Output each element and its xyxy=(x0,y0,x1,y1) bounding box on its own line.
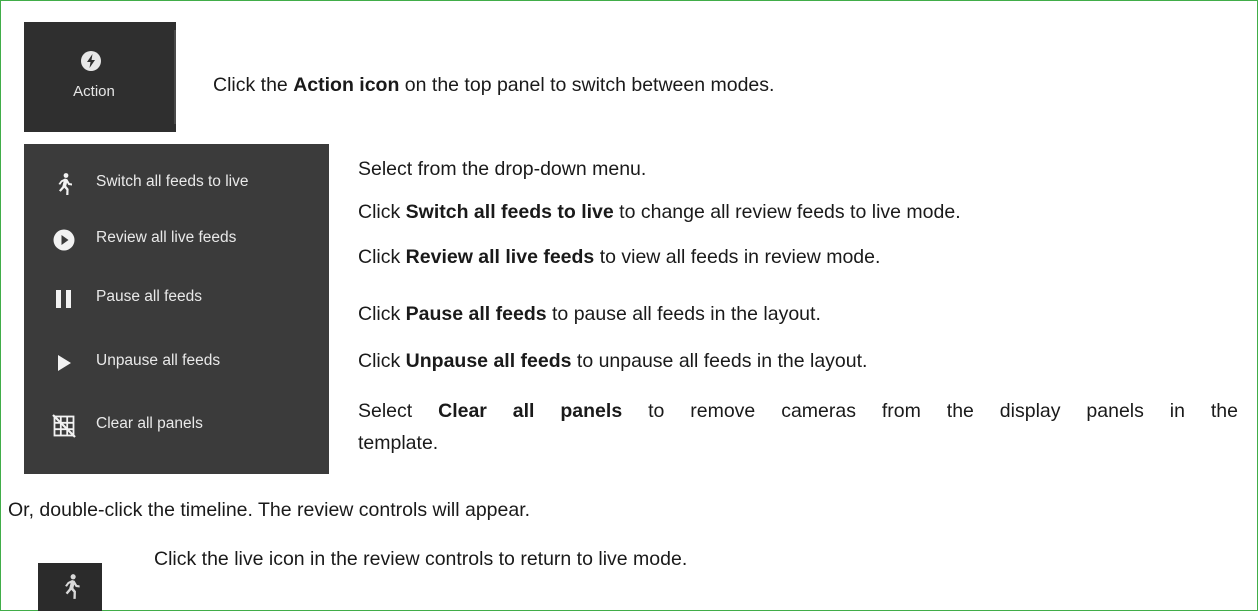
running-person-icon xyxy=(58,173,72,195)
menu-item-unpause-all-feeds[interactable]: Unpause all feeds xyxy=(24,335,329,390)
instruction-review-live: Click Review all live feeds to view all … xyxy=(358,246,881,268)
action-dropdown-menu: Switch all feeds to live Review all live… xyxy=(24,144,329,474)
menu-item-label: Clear all panels xyxy=(96,415,203,432)
menu-item-label: Unpause all feeds xyxy=(96,352,221,369)
action-button[interactable]: Action xyxy=(24,22,176,132)
clear-panels-line-1: Select Clear all panels to remove camera… xyxy=(358,400,1238,422)
menu-item-label: Pause all feeds xyxy=(96,288,202,305)
instruction-unpause: Click Unpause all feeds to unpause all f… xyxy=(358,350,868,372)
menu-item-label: Switch all feeds to live xyxy=(96,173,249,190)
menu-item-switch-all-feeds-to-live[interactable]: Switch all feeds to live xyxy=(24,156,329,211)
menu-item-label: Review all live feeds xyxy=(96,229,237,246)
intro-text: Click the Action icon on the top panel t… xyxy=(213,74,775,96)
instruction-clear-panels: Select Clear all panels to remove camera… xyxy=(358,395,1238,459)
menu-item-review-all-live-feeds[interactable]: Review all live feeds xyxy=(24,212,329,267)
live-button[interactable] xyxy=(38,563,102,611)
play-circle-icon xyxy=(53,229,75,251)
menu-item-clear-all-panels[interactable]: Clear all panels xyxy=(24,398,329,453)
toolbar-divider xyxy=(174,30,176,124)
play-icon xyxy=(58,355,71,371)
clear-panels-line-2: template. xyxy=(358,432,439,454)
live-icon-text: Click the live icon in the review contro… xyxy=(154,548,688,570)
running-person-icon xyxy=(65,574,80,599)
instruction-pause: Click Pause all feeds to pause all feeds… xyxy=(358,303,821,325)
menu-item-pause-all-feeds[interactable]: Pause all feeds xyxy=(24,271,329,326)
action-label: Action xyxy=(73,83,115,100)
pause-icon xyxy=(56,290,71,308)
bolt-icon xyxy=(81,51,101,71)
select-menu-text: Select from the drop-down menu. xyxy=(358,158,647,180)
instruction-switch-live: Click Switch all feeds to live to change… xyxy=(358,201,961,223)
grid-clear-icon xyxy=(52,414,76,438)
or-double-click-text: Or, double-click the timeline. The revie… xyxy=(8,499,531,521)
